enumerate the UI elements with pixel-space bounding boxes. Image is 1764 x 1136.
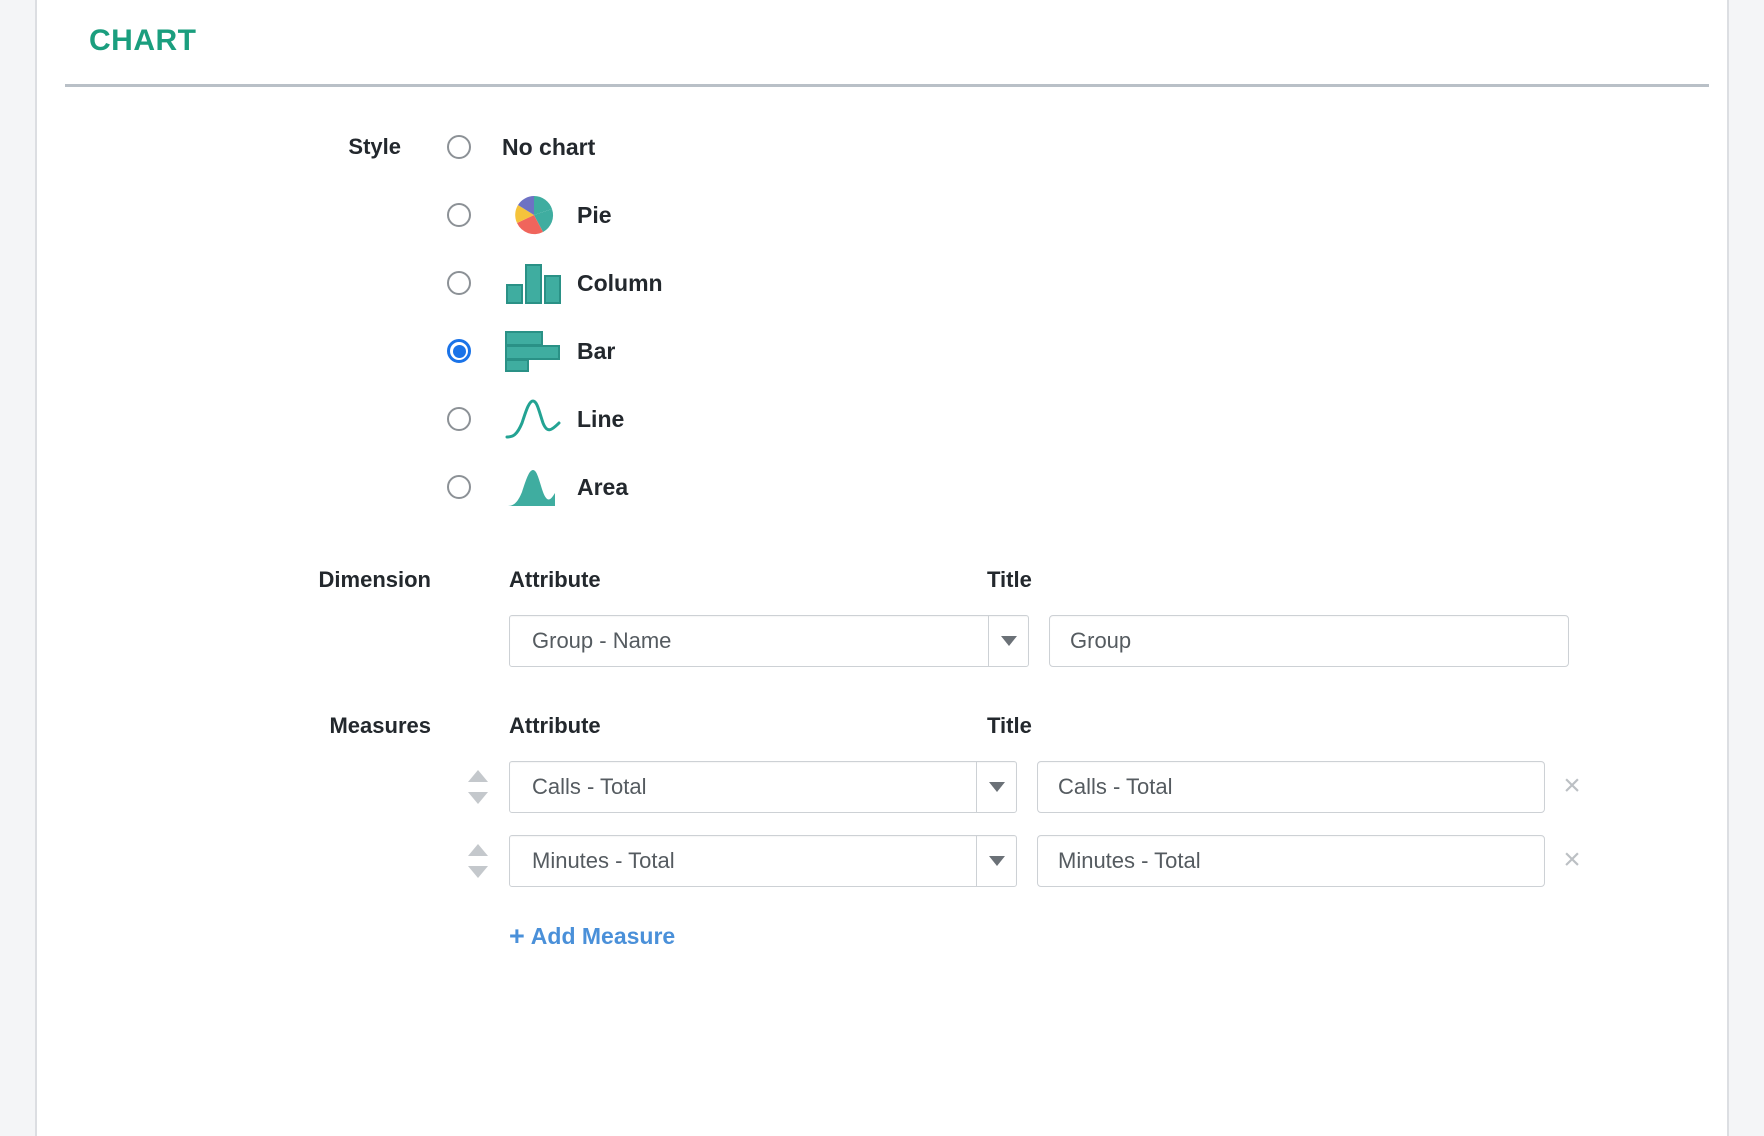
pie-chart-icon <box>502 193 566 237</box>
chevron-down-icon[interactable] <box>988 616 1028 666</box>
add-measure-label: Add Measure <box>530 923 676 949</box>
measure-title-input-2[interactable]: Minutes - Total <box>1037 835 1545 887</box>
dimension-label: Dimension <box>318 567 431 592</box>
measure-row: Calls - Total Calls - Total × <box>37 761 1727 813</box>
page-title: CHART <box>89 24 197 57</box>
line-chart-icon <box>502 397 566 441</box>
dimension-attribute-select[interactable]: Group - Name <box>509 615 1029 667</box>
style-option-pie[interactable]: Pie <box>37 181 1727 249</box>
plus-icon: + <box>509 921 525 951</box>
measures-label: Measures <box>329 713 431 738</box>
dimension-title-header: Title <box>987 567 1032 592</box>
dimension-attribute-value: Group - Name <box>532 628 672 653</box>
style-option-label-line: Line <box>577 405 625 432</box>
style-option-group: Style No chart Pie Column Bar Line Area <box>37 113 1727 521</box>
chart-settings-panel: CHART Style No chart Pie Column Bar Line… <box>35 0 1729 1136</box>
chevron-down-icon[interactable] <box>976 762 1016 812</box>
measures-headers: Measures Attribute Title <box>37 713 1727 739</box>
style-option-column[interactable]: Column <box>37 249 1727 317</box>
dimension-title-input[interactable]: Group <box>1049 615 1569 667</box>
measure-title-input-1[interactable]: Calls - Total <box>1037 761 1545 813</box>
remove-measure-button-2[interactable]: × <box>1545 845 1599 877</box>
dimension-row: Group - Name Group <box>37 615 1727 667</box>
style-option-label-column: Column <box>577 269 663 296</box>
measure-handle-slot-1 <box>447 770 509 804</box>
area-chart-icon <box>502 465 566 509</box>
measure-attribute-select-2[interactable]: Minutes - Total <box>509 835 1017 887</box>
radio-pie[interactable] <box>447 203 471 227</box>
measures-section: Measures Attribute Title Calls - Total C… <box>37 713 1727 950</box>
style-option-label-area: Area <box>577 473 629 500</box>
style-option-label-no-chart: No chart <box>502 133 596 160</box>
column-chart-icon <box>502 261 566 305</box>
style-option-line[interactable]: Line <box>37 385 1727 453</box>
style-option-no-chart[interactable]: Style No chart <box>37 113 1727 181</box>
panel-header: CHART <box>37 0 1727 56</box>
measure-attribute-value-1: Calls - Total <box>532 774 647 799</box>
dimension-headers: Dimension Attribute Title <box>37 567 1727 593</box>
measure-attribute-select-1[interactable]: Calls - Total <box>509 761 1017 813</box>
measures-title-header: Title <box>987 713 1032 738</box>
add-measure-row: + Add Measure <box>37 923 1727 950</box>
sort-handle-icon[interactable] <box>467 844 489 878</box>
style-option-bar[interactable]: Bar <box>37 317 1727 385</box>
remove-measure-button-1[interactable]: × <box>1545 771 1599 803</box>
radio-area[interactable] <box>447 475 471 499</box>
radio-bar[interactable] <box>447 339 471 363</box>
dimension-attribute-header: Attribute <box>509 567 601 592</box>
chart-settings-form: Style No chart Pie Column Bar Line Area … <box>37 113 1727 950</box>
style-option-label-pie: Pie <box>577 201 612 228</box>
add-measure-button[interactable]: + Add Measure <box>509 923 675 950</box>
radio-line[interactable] <box>447 407 471 431</box>
bar-chart-icon <box>502 329 566 373</box>
measure-handle-slot-2 <box>447 844 509 878</box>
measures-attribute-header: Attribute <box>509 713 601 738</box>
sort-handle-icon[interactable] <box>467 770 489 804</box>
chevron-down-icon[interactable] <box>976 836 1016 886</box>
style-option-area[interactable]: Area <box>37 453 1727 521</box>
radio-no-chart[interactable] <box>447 135 471 159</box>
measure-row: Minutes - Total Minutes - Total × <box>37 835 1727 887</box>
style-label: Style <box>348 134 401 159</box>
style-option-label-bar: Bar <box>577 337 616 364</box>
measure-attribute-value-2: Minutes - Total <box>532 848 675 873</box>
dimension-section: Dimension Attribute Title Group - Name G… <box>37 567 1727 667</box>
header-divider <box>65 84 1709 87</box>
radio-column[interactable] <box>447 271 471 295</box>
